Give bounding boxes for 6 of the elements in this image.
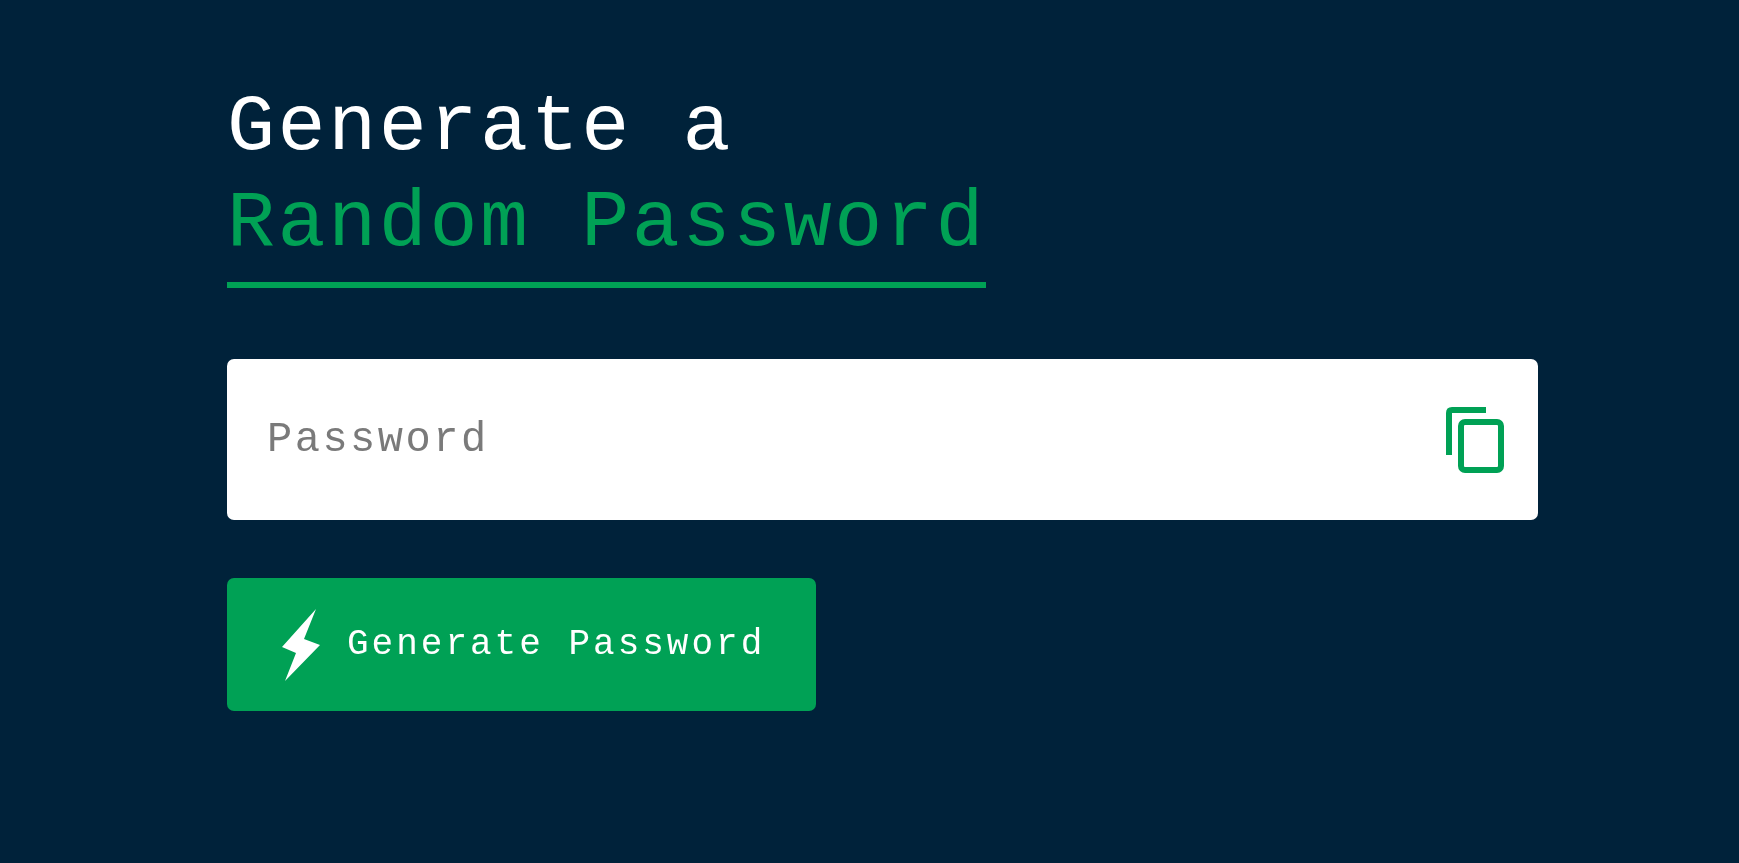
copy-icon[interactable]: [1446, 407, 1504, 473]
lightning-icon: [280, 608, 321, 681]
password-field[interactable]: Password: [227, 359, 1538, 520]
heading-line: Generate a: [227, 81, 735, 175]
generate-button[interactable]: Generate Password: [227, 578, 816, 711]
heading-highlight: Random Password: [227, 177, 987, 271]
